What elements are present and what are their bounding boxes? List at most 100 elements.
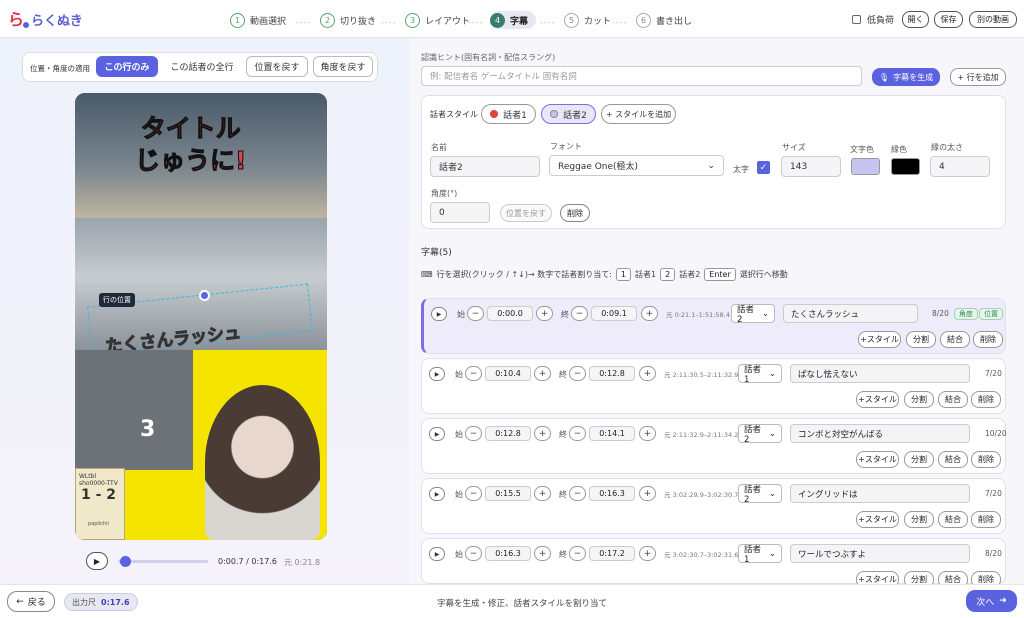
step-3[interactable]: 3 レイアウト: [405, 11, 470, 29]
caption-text-field[interactable]: たくさんラッシュ: [783, 304, 918, 323]
start-decrement-button[interactable]: −: [465, 426, 482, 441]
end-decrement-button[interactable]: −: [569, 366, 586, 381]
start-increment-button[interactable]: +: [534, 546, 551, 561]
start-decrement-button[interactable]: −: [465, 366, 482, 381]
delete-row-button[interactable]: 削除: [971, 511, 1001, 528]
end-decrement-button[interactable]: −: [569, 426, 586, 441]
row-play-button[interactable]: ▶: [429, 487, 445, 501]
start-time-field[interactable]: 0:15.5: [485, 486, 531, 501]
end-increment-button[interactable]: +: [639, 486, 656, 501]
merge-button[interactable]: 結合: [938, 451, 968, 468]
start-decrement-button[interactable]: −: [467, 306, 484, 321]
caption-row[interactable]: ▶ 始 − 0:12.8 + 終 − 0:14.1 + 元 2:11:32.9–…: [421, 418, 1007, 474]
step-2[interactable]: 2 切り抜き: [320, 11, 376, 29]
row-play-button[interactable]: ▶: [429, 427, 445, 441]
add-style-row-button[interactable]: +スタイル: [858, 331, 901, 348]
speaker-1-pill[interactable]: 話者1: [481, 104, 536, 124]
end-decrement-button[interactable]: −: [571, 306, 588, 321]
add-style-row-button[interactable]: +スタイル: [856, 511, 899, 528]
step-6[interactable]: 6 書き出し: [636, 11, 692, 29]
next-button[interactable]: 次へ ➜: [966, 590, 1017, 612]
all-rows-button[interactable]: この話者の全行: [164, 56, 240, 77]
speaker-2-pill[interactable]: 話者2: [541, 104, 596, 124]
end-increment-button[interactable]: +: [639, 366, 656, 381]
caption-text-field[interactable]: コンボと対空がんばる: [790, 424, 970, 443]
back-button[interactable]: ← 戻る: [7, 591, 55, 612]
bold-checkbox[interactable]: ✓: [757, 161, 770, 174]
start-increment-button[interactable]: +: [534, 366, 551, 381]
speaker-select[interactable]: 話者2 ⌄: [738, 484, 782, 505]
reset-position-button[interactable]: 位置を戻す: [246, 56, 308, 77]
other-video-button[interactable]: 別の動画: [969, 11, 1017, 28]
row-play-button[interactable]: ▶: [431, 307, 447, 321]
start-decrement-button[interactable]: −: [465, 546, 482, 561]
start-time-field[interactable]: 0:16.3: [485, 546, 531, 561]
merge-button[interactable]: 結合: [938, 391, 968, 408]
seek-bar[interactable]: [118, 560, 208, 563]
video-preview[interactable]: タイトル じゅうに! たくさんラッシュ 行の位置 3 WLtbl sho0000-T…: [75, 93, 327, 540]
split-button[interactable]: 分割: [904, 451, 934, 468]
style-delete-button[interactable]: 削除: [560, 204, 590, 222]
speaker-select[interactable]: 話者2 ⌄: [738, 424, 782, 445]
hint-input[interactable]: 例: 配信者名 ゲームタイトル 固有名詞: [421, 66, 862, 86]
size-field[interactable]: 143: [781, 156, 841, 177]
caption-text-field[interactable]: イングリッドは: [790, 484, 970, 503]
start-time-field[interactable]: 0:10.4: [485, 366, 531, 381]
add-style-row-button[interactable]: +スタイル: [856, 451, 899, 468]
font-select[interactable]: Reggae One(極太) ⌄: [549, 155, 724, 176]
speaker-select[interactable]: 話者1 ⌄: [738, 544, 782, 565]
split-button[interactable]: 分割: [906, 331, 936, 348]
start-increment-button[interactable]: +: [536, 306, 553, 321]
caption-text-field[interactable]: ワールでつぶすよ: [790, 544, 970, 563]
caption-row[interactable]: ▶ 始 − 0:15.5 + 終 − 0:16.3 + 元 3:02:29.9–…: [421, 478, 1006, 534]
split-button[interactable]: 分割: [904, 511, 934, 528]
step-5[interactable]: 5 カット: [564, 11, 611, 29]
rotate-handle-icon[interactable]: [199, 290, 210, 301]
text-color-swatch[interactable]: [851, 158, 880, 175]
end-time-field[interactable]: 0:17.2: [589, 546, 635, 561]
end-increment-button[interactable]: +: [639, 546, 656, 561]
row-play-button[interactable]: ▶: [429, 547, 445, 561]
caption-row[interactable]: ▶ 始 − 0:00.0 + 終 − 0:09.1 + 元 0:21.1–1:5…: [421, 298, 1006, 354]
style-reset-position-button[interactable]: 位置を戻す: [500, 204, 552, 222]
play-button[interactable]: ▶: [86, 552, 108, 570]
step-1[interactable]: 1 動画選択: [230, 11, 286, 29]
start-time-field[interactable]: 0:00.0: [487, 306, 533, 321]
delete-row-button[interactable]: 削除: [971, 391, 1001, 408]
step-4[interactable]: 4 字幕: [490, 11, 537, 29]
end-time-field[interactable]: 0:12.8: [589, 366, 635, 381]
angle-field[interactable]: 0: [430, 202, 490, 223]
end-time-field[interactable]: 0:16.3: [589, 486, 635, 501]
checkbox-icon[interactable]: [852, 15, 861, 24]
merge-button[interactable]: 結合: [940, 331, 970, 348]
start-increment-button[interactable]: +: [534, 486, 551, 501]
start-decrement-button[interactable]: −: [465, 486, 482, 501]
edge-width-field[interactable]: 4: [930, 156, 990, 177]
merge-button[interactable]: 結合: [938, 511, 968, 528]
open-button[interactable]: 開く: [902, 11, 929, 28]
edge-color-swatch[interactable]: [891, 158, 920, 175]
start-increment-button[interactable]: +: [534, 426, 551, 441]
reset-angle-button[interactable]: 角度を戻す: [313, 56, 373, 77]
split-button[interactable]: 分割: [904, 391, 934, 408]
name-field[interactable]: 話者2: [430, 156, 540, 177]
end-increment-button[interactable]: +: [639, 426, 656, 441]
add-style-button[interactable]: + スタイルを追加: [601, 104, 676, 124]
add-row-button[interactable]: + 行を追加: [950, 68, 1006, 86]
end-decrement-button[interactable]: −: [569, 486, 586, 501]
row-play-button[interactable]: ▶: [429, 367, 445, 381]
end-time-field[interactable]: 0:09.1: [591, 306, 637, 321]
end-time-field[interactable]: 0:14.1: [589, 426, 635, 441]
caption-text-field[interactable]: ぱなし怯えない: [790, 364, 970, 383]
low-load-toggle[interactable]: 低負荷: [852, 13, 894, 26]
speaker-select[interactable]: 話者1 ⌄: [738, 364, 782, 385]
generate-captions-button[interactable]: 🎙 字幕を生成: [872, 68, 940, 86]
end-decrement-button[interactable]: −: [569, 546, 586, 561]
this-row-only-button[interactable]: この行のみ: [96, 56, 158, 77]
caption-row[interactable]: ▶ 始 − 0:16.3 + 終 − 0:17.2 + 元 3:02:30.7–…: [421, 538, 1006, 588]
end-increment-button[interactable]: +: [641, 306, 658, 321]
seek-handle[interactable]: [119, 556, 131, 567]
save-button[interactable]: 保存: [934, 11, 963, 28]
speaker-select[interactable]: 話者2 ⌄: [731, 304, 775, 325]
caption-row[interactable]: ▶ 始 − 0:10.4 + 終 − 0:12.8 + 元 2:11:30.5–…: [421, 358, 1006, 414]
